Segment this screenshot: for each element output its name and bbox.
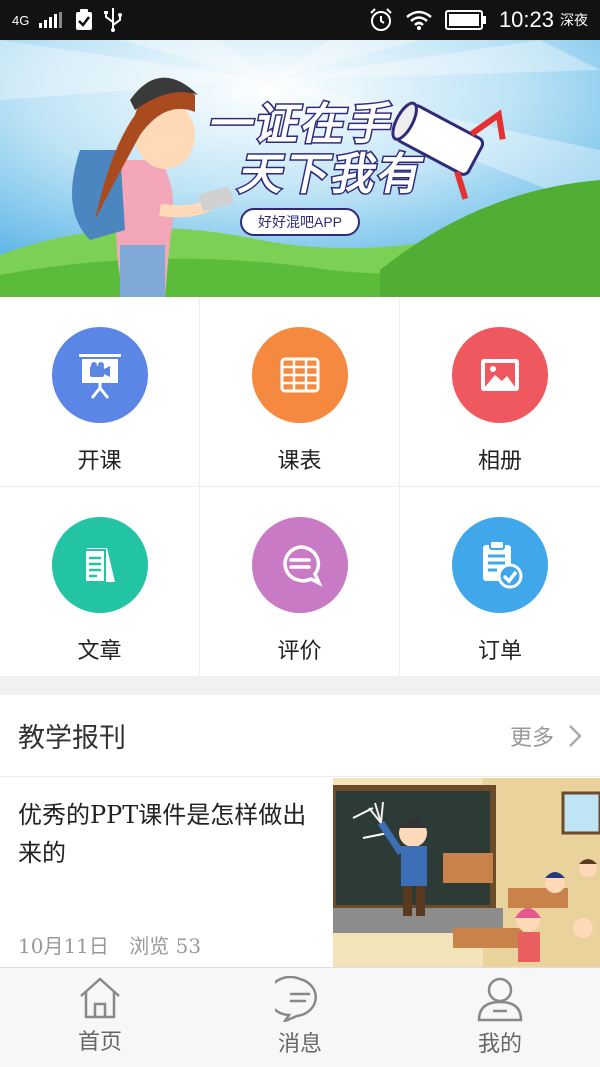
bottom-tab-bar: 首页 消息 我的 [0, 967, 600, 1067]
more-link[interactable]: 更多 [510, 720, 582, 752]
article-thumbnail [333, 778, 600, 968]
grid-item-open-course[interactable]: 开课 [0, 297, 200, 487]
usb-icon [104, 8, 123, 32]
grid-item-orders[interactable]: 订单 [400, 487, 600, 677]
schedule-icon-circle [251, 327, 348, 423]
document-icon [83, 548, 115, 583]
orders-icon-circle [452, 517, 548, 613]
function-grid: 开课 课表 相册 文章 评价 订单 [0, 297, 600, 677]
grid-item-schedule[interactable]: 课表 [200, 297, 400, 487]
review-icon-circle [251, 517, 348, 613]
tab-me[interactable]: 我的 [400, 968, 600, 1067]
tab-label: 我的 [477, 1032, 522, 1057]
night-mode-label: 深夜 [560, 13, 588, 29]
article-date: 10月11日 [18, 934, 109, 958]
clipboard-check-icon [76, 9, 93, 30]
article-meta: 10月11日 浏览 53 [18, 930, 201, 959]
banner-app-label: 好好混吧APP [240, 208, 360, 236]
classroom-illustration [333, 778, 600, 968]
network-type: 4G [12, 12, 30, 28]
alarm-icon [370, 8, 392, 31]
user-icon [477, 977, 523, 1022]
banner-slogan-line2: 天下我有 [233, 148, 431, 202]
article-views: 浏览 53 [129, 934, 202, 958]
article-title: 优秀的PPT课件是怎样做出来的 [18, 801, 307, 867]
grid-item-label: 订单 [477, 639, 522, 664]
grid-item-review[interactable]: 评价 [200, 487, 400, 677]
home-icon [80, 977, 120, 1019]
list-item[interactable]: 优秀的PPT课件是怎样做出来的 10月11日 浏览 53 [0, 778, 600, 968]
banner-slogan: 一证在手 天下我有 [203, 98, 470, 202]
grid-item-label: 开课 [77, 449, 122, 474]
grid-item-label: 课表 [277, 449, 322, 474]
section-divider [0, 677, 600, 695]
battery-icon [444, 10, 486, 30]
grid-item-label: 相册 [477, 449, 522, 474]
table-icon [280, 357, 319, 393]
tab-label: 消息 [277, 1032, 322, 1057]
grid-item-label: 评价 [277, 639, 322, 664]
chat-bubble-icon [282, 545, 323, 587]
tab-home[interactable]: 首页 [0, 968, 200, 1067]
grid-item-album[interactable]: 相册 [400, 297, 600, 487]
album-icon-circle [452, 327, 548, 423]
message-icon [275, 976, 317, 1022]
banner-slogan-line1: 一证在手 [203, 98, 401, 152]
section-title: 教学报刊 [18, 723, 126, 754]
clock-time: 10:23 [498, 7, 554, 32]
chevron-right-icon [569, 724, 582, 747]
grid-item-label: 文章 [77, 639, 122, 664]
open-course-icon-circle [51, 327, 148, 423]
promo-banner[interactable]: 一证在手 天下我有 好好混吧APP [0, 40, 600, 297]
image-icon [481, 359, 519, 391]
grid-item-article[interactable]: 文章 [0, 487, 200, 677]
projector-camera-icon [78, 354, 121, 399]
wifi-icon [406, 10, 432, 30]
article-icon-circle [51, 517, 148, 613]
tab-messages[interactable]: 消息 [200, 968, 400, 1067]
more-label: 更多 [509, 725, 554, 751]
clipboard-check-icon [483, 540, 523, 589]
tab-label: 首页 [77, 1030, 122, 1055]
status-bar: 4G 10:23 深夜 [0, 0, 600, 40]
section-header: 教学报刊 更多 [0, 695, 600, 777]
signal-icon [39, 12, 63, 28]
